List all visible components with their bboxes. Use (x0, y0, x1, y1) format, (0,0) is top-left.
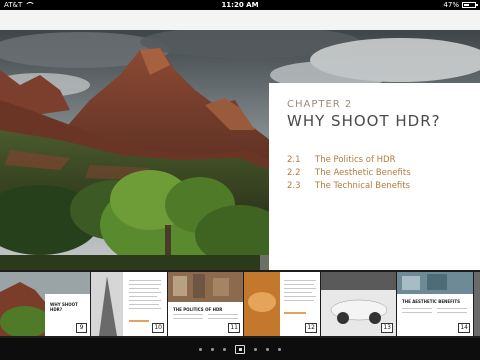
page-number: 9 (76, 323, 87, 333)
thumbnail-next-partial[interactable] (474, 272, 480, 336)
toc-number: 2.2 (287, 168, 301, 178)
toc-item-2-2[interactable]: 2.2 The Aesthetic Benefits (287, 167, 480, 180)
thumbnail-page-12[interactable]: 12 (244, 272, 320, 336)
thumbnail-page-11[interactable]: THE POLITICS OF HDR 11 (168, 272, 243, 336)
chapter-title: WHY SHOOT HDR? (287, 112, 441, 130)
status-right: 47% (443, 0, 478, 10)
toc-item-2-3[interactable]: 2.3 The Technical Benefits (287, 180, 480, 193)
thumbnail-caption: WHY SHOOT HDR? (50, 302, 78, 312)
toc-number: 2.3 (287, 181, 301, 191)
toc-item-2-1[interactable]: 2.1 The Politics of HDR (287, 154, 480, 167)
toc-title: The Aesthetic Benefits (315, 168, 411, 178)
page-number: 11 (228, 323, 240, 333)
page-dot[interactable] (278, 347, 281, 351)
page-number: 13 (381, 323, 393, 333)
thumbnail-page-10[interactable]: 10 (91, 272, 167, 336)
thumbnail-page-9[interactable]: WHY SHOOT HDR? 9 (0, 272, 90, 336)
top-margin (0, 10, 480, 30)
table-of-contents: 2.1 The Politics of HDR 2.2 The Aestheti… (287, 154, 480, 193)
battery-percent: 47% (443, 1, 459, 9)
page-number: 14 (458, 323, 470, 333)
toc-number: 2.1 (287, 155, 301, 165)
page-dot[interactable] (254, 347, 257, 351)
page-dot[interactable] (199, 347, 202, 351)
thumbnail-caption: THE AESTHETIC BENEFITS (402, 299, 460, 304)
battery-icon (462, 2, 478, 8)
clock: 11:20 AM (221, 1, 259, 9)
chapter-label: CHAPTER 2 (287, 99, 353, 110)
page-indicator[interactable] (0, 338, 480, 360)
chapter-card: CHAPTER 2 WHY SHOOT HDR? 2.1 The Politic… (269, 83, 480, 270)
status-bar: AT&T 11:20 AM 47% (0, 0, 480, 10)
page-number: 12 (305, 323, 317, 333)
toc-title: The Technical Benefits (315, 181, 411, 191)
thumbnail-page-13[interactable]: 13 (321, 272, 396, 336)
page-dot-active[interactable] (235, 344, 245, 354)
page-dot[interactable] (223, 347, 226, 351)
thumbnail-caption: THE POLITICS OF HDR (173, 307, 223, 312)
toc-title: The Politics of HDR (315, 155, 396, 165)
page-thumbnail-strip[interactable]: WHY SHOOT HDR? 9 10 THE POLITICS OF HDR … (0, 270, 480, 338)
battery-fill (464, 4, 469, 6)
thumbnail-page-14[interactable]: THE AESTHETIC BENEFITS 14 (397, 272, 473, 336)
page-dot[interactable] (266, 347, 269, 351)
page-dot[interactable] (211, 347, 214, 351)
page-number: 10 (152, 323, 164, 333)
